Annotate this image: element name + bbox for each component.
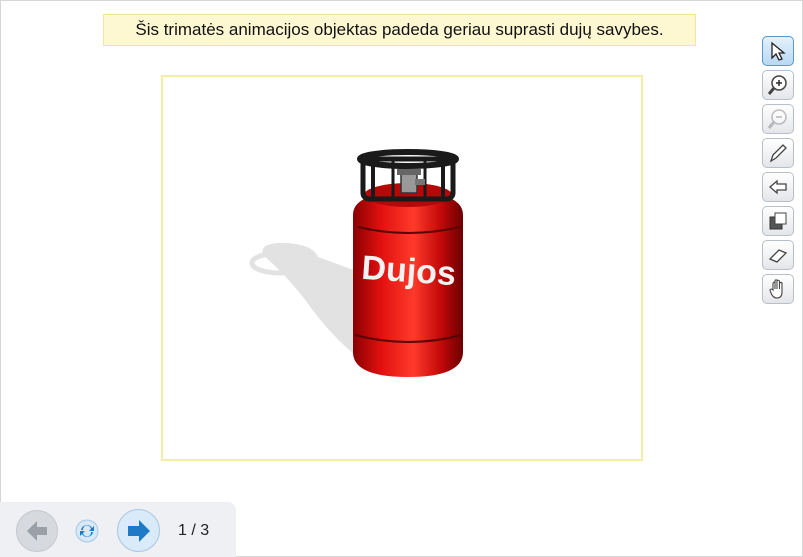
cylinder-label: Dujos (360, 249, 457, 293)
pencil-icon (769, 144, 787, 163)
caption-text: Šis trimatės animacijos objektas padeda … (135, 20, 664, 39)
refresh-icon (75, 519, 99, 543)
valve (400, 172, 418, 194)
arrow-pointer-icon (771, 41, 786, 61)
pen-button[interactable] (762, 138, 794, 168)
layers-icon (769, 212, 787, 230)
zoom-in-icon (767, 75, 787, 95)
eraser-icon (768, 249, 788, 263)
gas-cylinder-illustration: Dujos (249, 149, 463, 377)
page-indicator: 1 / 3 (178, 522, 210, 539)
arrow-right-icon (127, 519, 150, 542)
caption-banner: Šis trimatės animacijos objektas padeda … (103, 14, 696, 46)
layers-button[interactable] (762, 206, 794, 236)
next-button[interactable] (117, 509, 160, 552)
navigation-bar: 1 / 3 (0, 502, 236, 557)
eraser-button[interactable] (762, 240, 794, 270)
zoom-in-button[interactable] (762, 70, 794, 100)
zoom-out-button[interactable] (762, 104, 794, 134)
arrow-left-icon (769, 179, 787, 195)
zoom-out-icon (767, 109, 787, 129)
back-button[interactable] (762, 172, 794, 202)
side-toolbar (762, 36, 796, 308)
hand-button[interactable] (762, 274, 794, 304)
animation-stage[interactable]: Dujos (161, 75, 643, 461)
arrow-left-icon (27, 521, 47, 541)
previous-button[interactable] (16, 510, 58, 552)
select-tool-button[interactable] (762, 36, 794, 66)
hand-icon (769, 279, 783, 299)
reload-button[interactable] (72, 516, 102, 546)
